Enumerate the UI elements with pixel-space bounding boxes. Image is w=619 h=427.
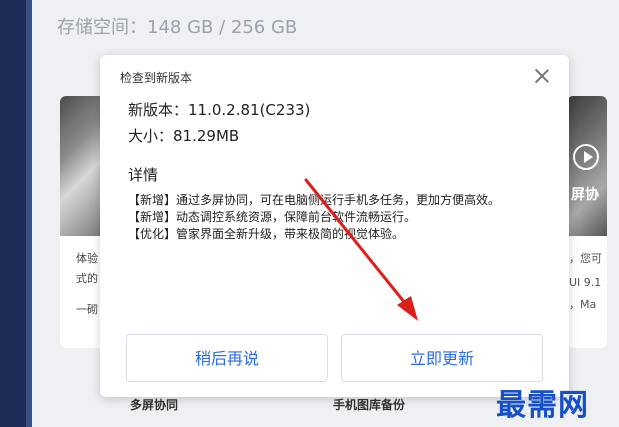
details-title: 详情	[128, 166, 159, 184]
card-text-line: 一砌	[76, 303, 98, 316]
update-dialog: 检查到新版本 新版本：11.0.2.81(C233) 大小：81.29MB 详情…	[100, 55, 569, 397]
detail-item: 【优化】管家界面全新升级，带来极简的视觉体验。	[128, 227, 405, 241]
details-list: 【新增】通过多屏协同，可在电脑侧运行手机多任务，更加方便高效。 【新增】动态调控…	[128, 192, 548, 243]
detail-item: 【新增】通过多屏协同，可在电脑侧运行手机多任务，更加方便高效。	[128, 193, 501, 207]
card-text-line: ，您可	[569, 252, 602, 265]
update-now-button[interactable]: 立即更新	[341, 334, 543, 382]
bottom-feature-gallery-backup[interactable]: 手机图库备份	[333, 396, 405, 413]
bottom-feature-multiscreen[interactable]: 多屏协同	[130, 396, 178, 413]
card-text-line: ，Ma	[569, 298, 597, 311]
version-value: 11.0.2.81(C233)	[188, 101, 311, 119]
storage-info: 存储空间：148 GB / 256 GB	[57, 17, 298, 38]
card-text-line: 式的	[76, 272, 98, 285]
size-row: 大小：81.29MB	[128, 125, 239, 146]
watermark-logo: 最需网	[496, 388, 589, 423]
later-button[interactable]: 稍后再说	[126, 334, 328, 382]
version-label: 新版本：	[128, 101, 189, 119]
close-icon[interactable]	[531, 65, 553, 87]
card-text-line: UI 9.1	[569, 276, 602, 289]
size-label: 大小：	[128, 127, 174, 145]
size-value: 81.29MB	[173, 127, 240, 145]
card-overlay-label: 屏协	[571, 187, 599, 203]
version-row: 新版本：11.0.2.81(C233)	[128, 99, 310, 120]
dialog-title: 检查到新版本	[120, 71, 193, 85]
detail-item: 【新增】动态调控系统资源，保障前台软件流畅运行。	[128, 210, 417, 224]
feature-card-right[interactable]: 屏协 ，您可 UI 9.1 ，Ma	[567, 96, 607, 348]
card-text-line: 体验	[76, 252, 98, 265]
play-icon[interactable]	[573, 144, 599, 170]
